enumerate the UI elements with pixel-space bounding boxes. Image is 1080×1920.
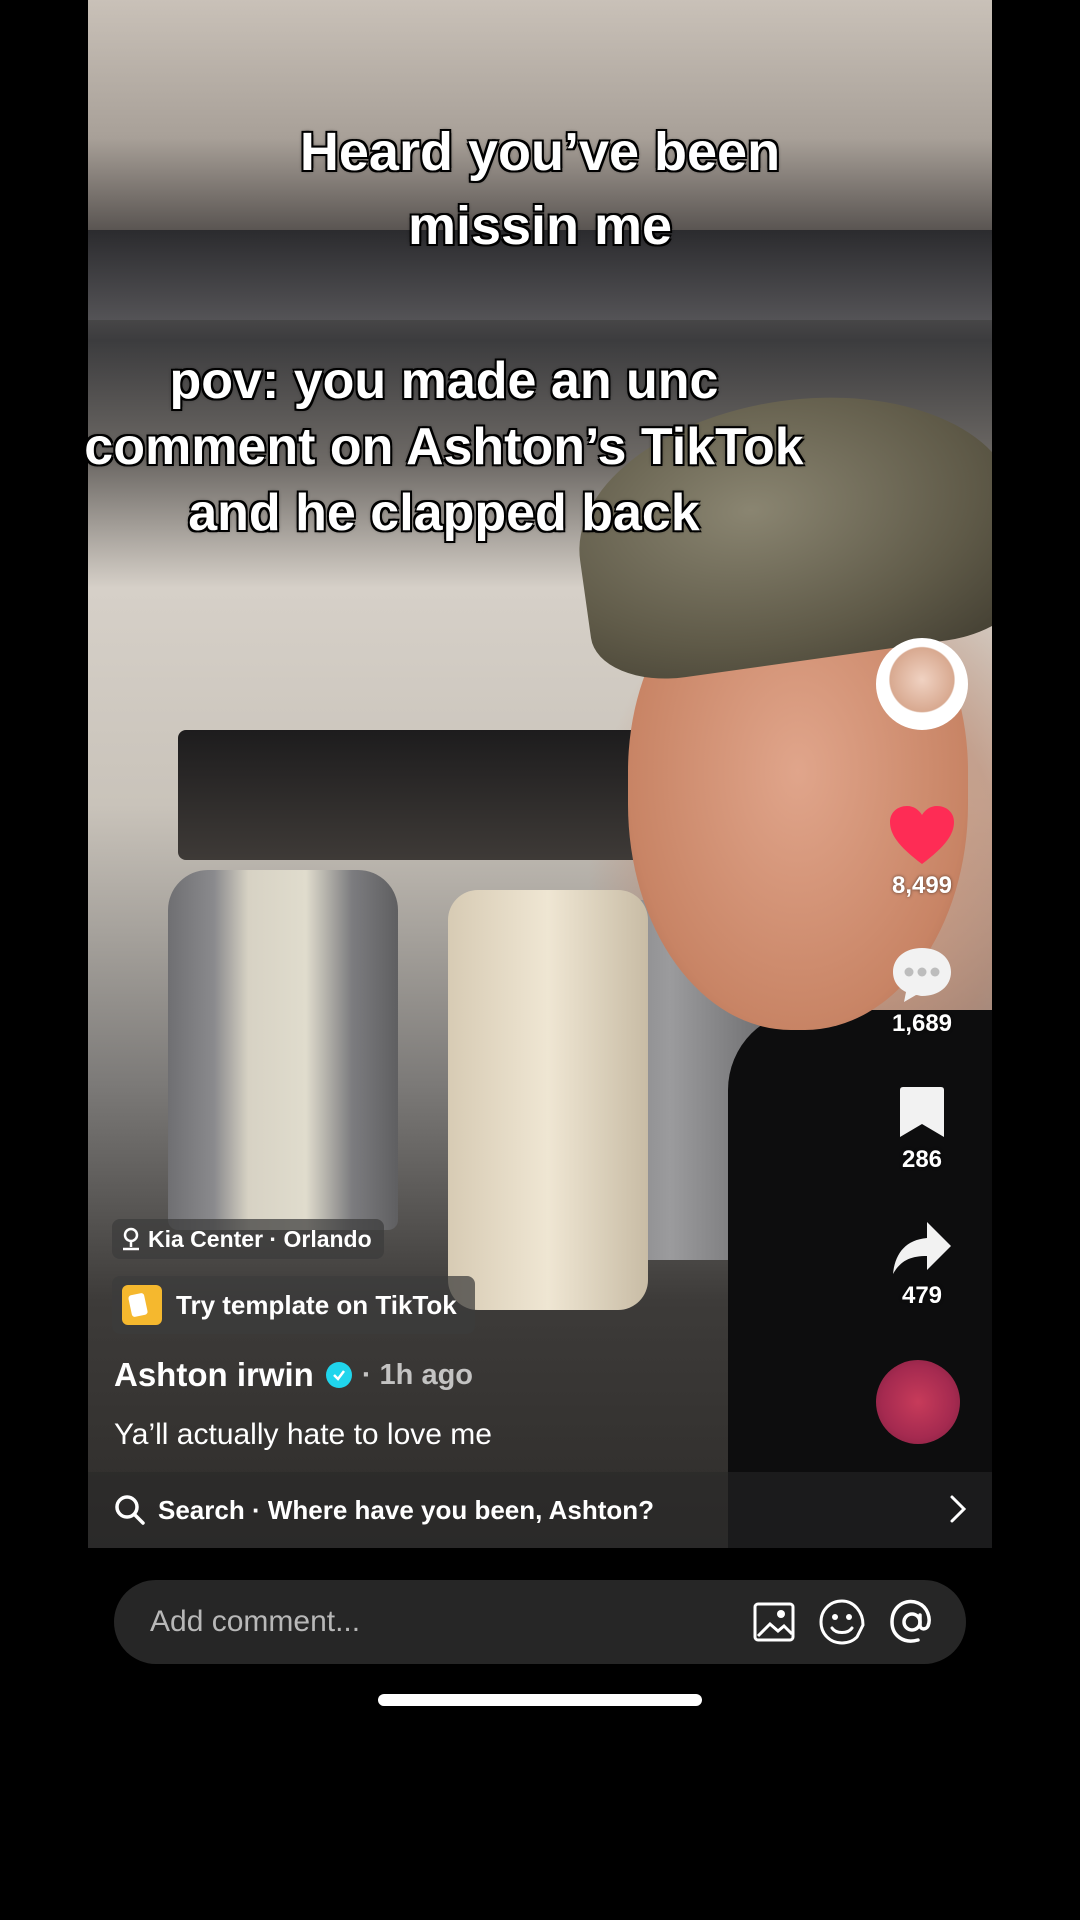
like-action[interactable]: 8,499	[876, 804, 968, 900]
post-caption[interactable]: Ya’ll actually hate to love me	[114, 1418, 492, 1452]
comment-icon[interactable]	[890, 944, 954, 1004]
overlay-text-1: Heard you’ve been missin me	[299, 122, 781, 256]
video-scene-armrest	[448, 890, 648, 1310]
author-name[interactable]: Ashton irwin	[114, 1356, 314, 1394]
author-row: Ashton irwin · 1h ago	[114, 1356, 473, 1394]
image-icon[interactable]	[752, 1600, 796, 1644]
comment-action[interactable]: 1,689	[876, 944, 968, 1038]
search-icon	[115, 1495, 145, 1525]
video-text-overlay-top: Heard you’ve been missin me	[0, 115, 1080, 263]
sound-disc[interactable]	[876, 1360, 960, 1444]
share-count: 479	[901, 1282, 943, 1309]
share-icon[interactable]	[891, 1220, 953, 1276]
mention-icon[interactable]	[888, 1598, 936, 1646]
like-count: 8,499	[891, 872, 953, 899]
emoji-icon[interactable]	[818, 1598, 866, 1646]
template-chip[interactable]: Try template on TikTok	[112, 1276, 475, 1334]
overlay-text-2-line3: and he clapped back	[188, 484, 700, 542]
overlay-text-2-line2: comment on Ashton’s TikTok	[84, 418, 804, 476]
template-label: Try template on TikTok	[176, 1289, 457, 1320]
chevron-right-icon	[950, 1495, 967, 1523]
home-indicator[interactable]	[378, 1694, 702, 1706]
share-action[interactable]: 479	[876, 1220, 968, 1310]
video-text-overlay-middle: pov: you made an unc comment on Ashton’s…	[84, 348, 804, 546]
search-suggestion-bar[interactable]: Search · Where have you been, Ashton?	[88, 1472, 992, 1548]
save-count: 286	[901, 1146, 943, 1173]
post-time: · 1h ago	[361, 1358, 473, 1391]
location-pin-icon	[123, 1227, 139, 1251]
search-suggestion-text: Search · Where have you been, Ashton?	[158, 1494, 655, 1525]
bookmark-icon[interactable]	[897, 1084, 947, 1140]
video-scene-seat	[168, 870, 398, 1230]
creator-avatar[interactable]	[876, 638, 968, 730]
location-label: Kia Center · Orlando	[148, 1225, 372, 1252]
overlay-text-2-line1: pov: you made an unc	[169, 352, 719, 410]
comment-input[interactable]: Add comment...	[150, 1605, 752, 1639]
comment-count: 1,689	[891, 1010, 953, 1037]
heart-icon[interactable]	[888, 804, 956, 866]
save-action[interactable]: 286	[876, 1084, 968, 1174]
location-chip[interactable]: Kia Center · Orlando	[112, 1219, 384, 1259]
comment-input-bar[interactable]: Add comment...	[114, 1580, 966, 1664]
verified-icon	[325, 1362, 352, 1388]
template-icon	[122, 1285, 162, 1325]
